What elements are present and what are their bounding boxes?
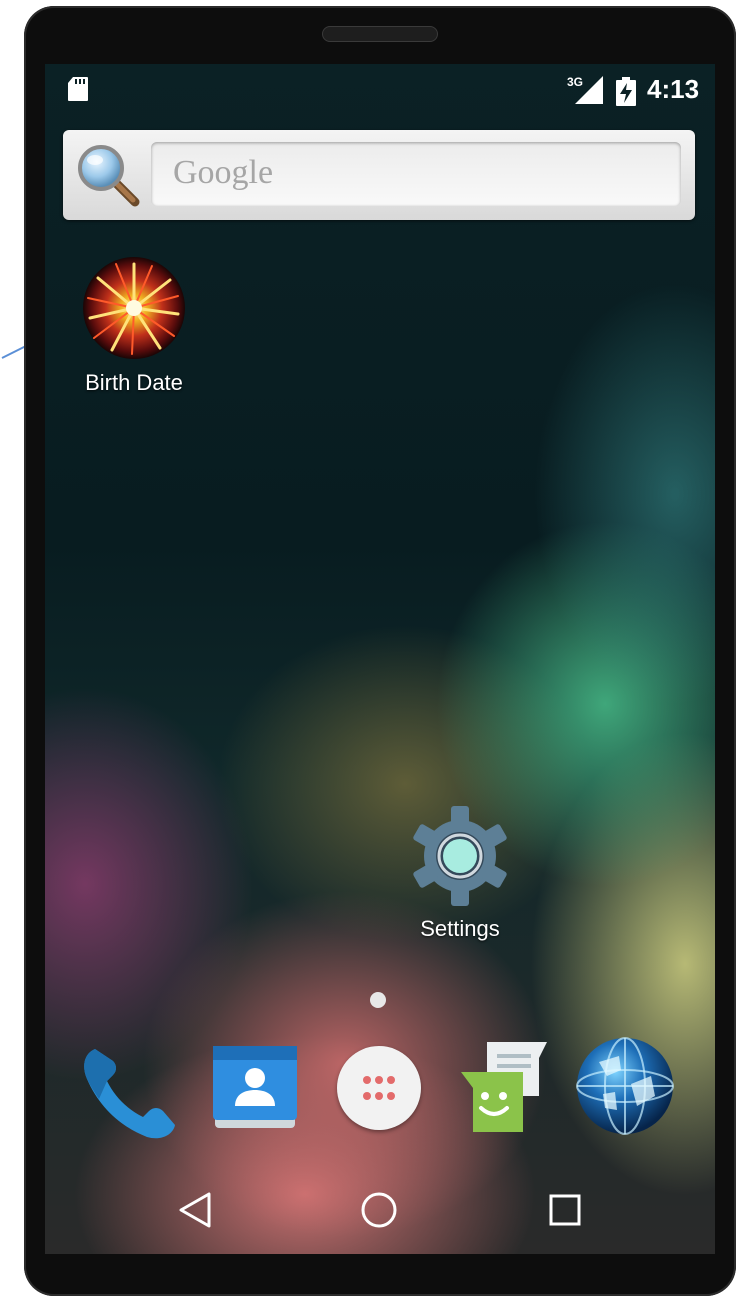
- app-settings[interactable]: Settings: [405, 804, 515, 942]
- search-input[interactable]: Google: [151, 142, 681, 206]
- phone-frame: 3G 4:13 Google Birth Date Settings: [24, 6, 736, 1296]
- app-birth-date[interactable]: Birth Date: [69, 256, 199, 396]
- home-screen: 3G 4:13 Google Birth Date Settings: [45, 64, 715, 1254]
- status-bar: 3G 4:13: [45, 64, 715, 116]
- sd-card-icon: [68, 77, 88, 101]
- home-icon[interactable]: [359, 1190, 399, 1230]
- app-drawer-button[interactable]: [337, 1046, 421, 1130]
- back-icon[interactable]: [175, 1190, 215, 1230]
- clock: 4:13: [647, 74, 700, 104]
- battery-charging-icon: [616, 77, 636, 106]
- app-label-birth-date: Birth Date: [85, 370, 183, 395]
- network-type-label: 3G: [567, 75, 583, 89]
- globe-icon[interactable]: [575, 1036, 675, 1136]
- google-search-widget[interactable]: Google: [63, 130, 695, 220]
- messaging-icon[interactable]: [453, 1036, 553, 1136]
- search-placeholder: Google: [173, 154, 274, 191]
- magnifier-icon[interactable]: [75, 142, 141, 208]
- earpiece-speaker: [322, 26, 438, 42]
- app-label-settings: Settings: [420, 916, 500, 941]
- recents-icon[interactable]: [547, 1192, 583, 1228]
- firework-icon: [83, 257, 185, 359]
- gear-icon: [413, 806, 507, 906]
- app-drawer-icon: [363, 1076, 395, 1100]
- page-indicator: [370, 992, 386, 1008]
- contacts-icon[interactable]: [209, 1042, 301, 1134]
- signal-icon: 3G: [567, 75, 603, 104]
- phone-icon[interactable]: [77, 1039, 183, 1145]
